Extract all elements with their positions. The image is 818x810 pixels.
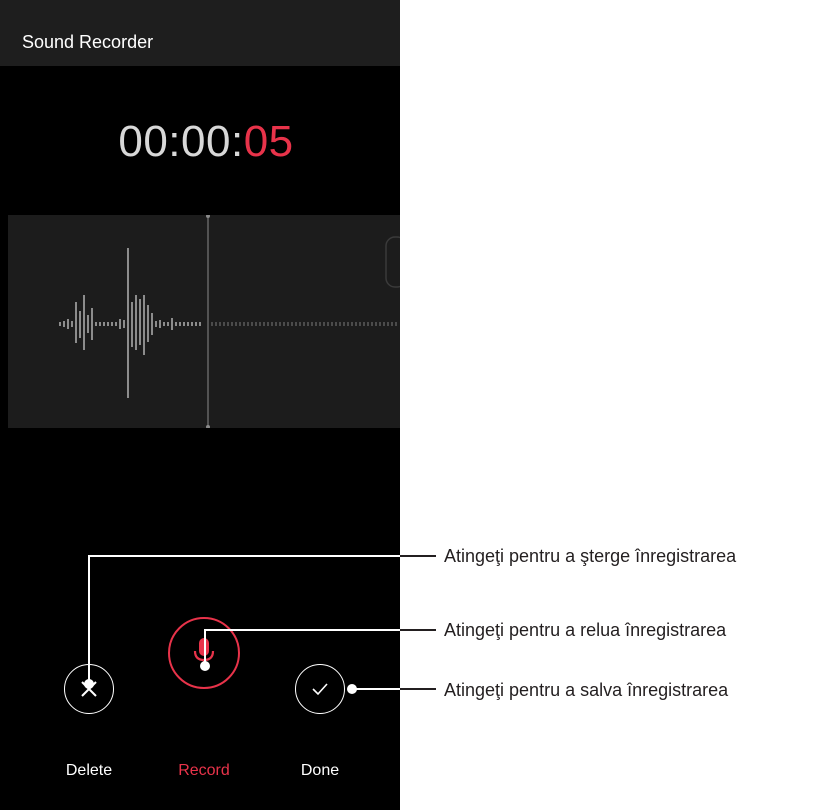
delete-leader-dot	[84, 679, 94, 689]
callout-record: Atingeţi pentru a relua înregistrarea	[444, 620, 727, 640]
callout-done: Atingeţi pentru a salva înregistrarea	[444, 680, 729, 700]
done-leader-dot	[347, 684, 357, 694]
record-leader-line	[204, 629, 400, 666]
record-leader-dot	[200, 661, 210, 671]
callout-delete: Atingeţi pentru a şterge înregistrarea	[444, 546, 737, 566]
delete-leader-line	[88, 555, 400, 683]
